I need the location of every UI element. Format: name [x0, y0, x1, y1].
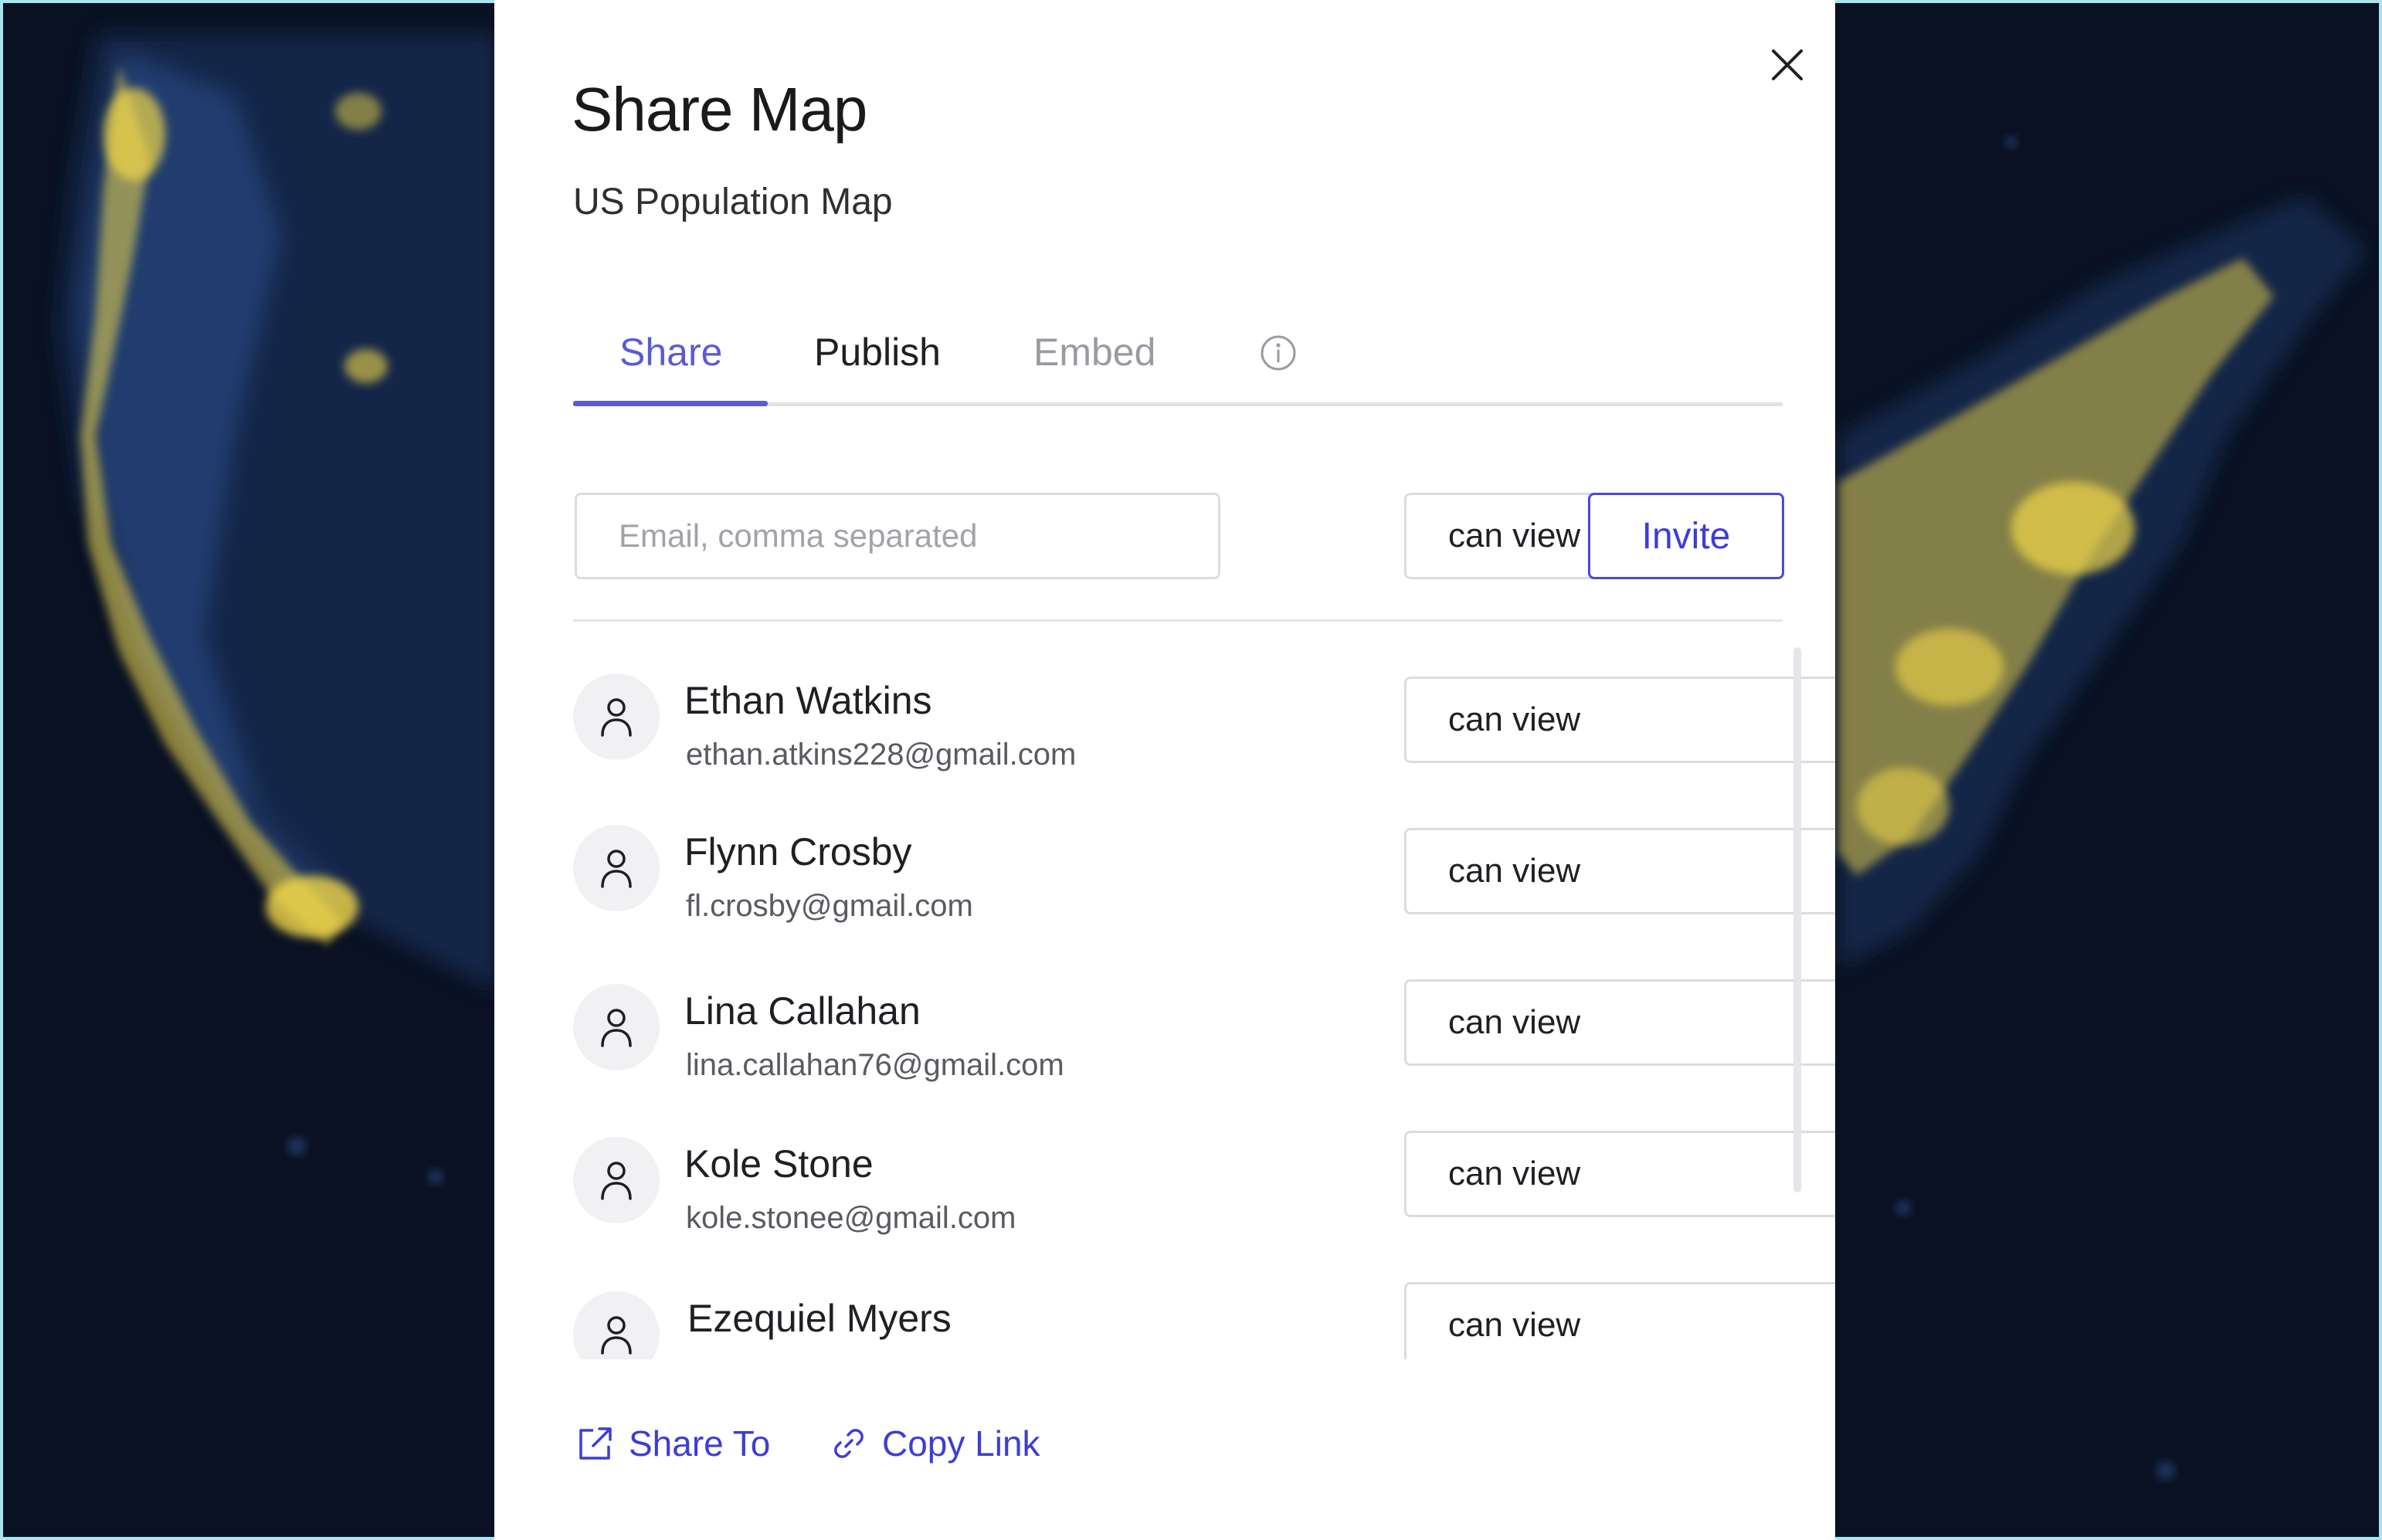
tab-embed[interactable]: Embed [1033, 327, 1155, 377]
tab-bar: Share Publish Embed [573, 309, 1783, 406]
permission-value: can view [1448, 1155, 1581, 1192]
copy-link-label: Copy Link [882, 1423, 1040, 1464]
section-divider [573, 619, 1783, 622]
copy-link-button[interactable]: Copy Link [830, 1418, 1061, 1469]
external-link-icon [579, 1427, 612, 1460]
list-scrollbar[interactable] [1793, 647, 1801, 1192]
map-name: US Population Map [573, 181, 893, 222]
share-to-button[interactable]: Share To [576, 1418, 777, 1469]
share-to-label: Share To [629, 1423, 771, 1464]
invite-permission-value: can view [1448, 517, 1581, 555]
active-tab-indicator [573, 401, 768, 406]
permission-select[interactable]: can view [1404, 677, 1835, 763]
close-icon [1772, 49, 1803, 80]
email-input[interactable] [575, 493, 1220, 579]
permission-select[interactable]: can view [1404, 1282, 1835, 1359]
link-icon [834, 1429, 864, 1458]
permission-value: can view [1448, 1306, 1581, 1344]
dialog-title: Share Map [572, 75, 867, 144]
info-icon[interactable] [1259, 334, 1298, 372]
permission-select[interactable]: can view [1404, 1131, 1835, 1217]
close-button[interactable] [1766, 43, 1809, 86]
permission-select[interactable]: can view [1404, 979, 1835, 1066]
permission-column: can view can view can view can view can … [494, 649, 1835, 1359]
tab-publish[interactable]: Publish [814, 327, 941, 377]
tab-share[interactable]: Share [619, 327, 722, 377]
permission-select[interactable]: can view [1404, 828, 1835, 914]
share-map-dialog: Share Map US Population Map Share Publis… [494, 0, 1835, 1540]
permission-value: can view [1448, 1003, 1581, 1041]
invite-button[interactable]: Invite [1588, 493, 1784, 579]
permission-value: can view [1448, 852, 1581, 890]
permission-value: can view [1448, 700, 1581, 738]
